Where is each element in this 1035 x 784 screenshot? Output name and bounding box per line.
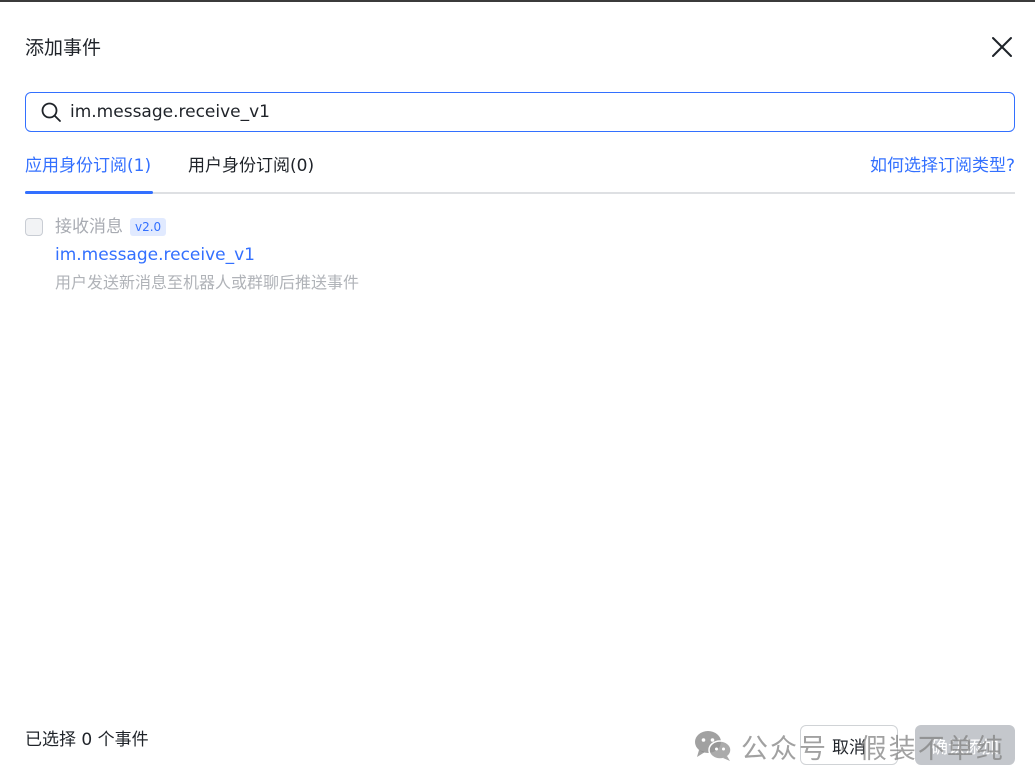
cancel-button[interactable]: 取消	[800, 725, 898, 765]
cancel-button-label: 取消	[832, 737, 866, 758]
add-event-dialog: 添加事件 应用身份订阅(1) 用户身份订阅(0) 如何选择订阅类型? 接收消息 …	[0, 0, 1035, 784]
tab-user-identity-label: 用户身份订阅(0)	[188, 156, 315, 176]
tab-app-identity[interactable]: 应用身份订阅(1)	[25, 154, 151, 178]
active-tab-indicator	[25, 191, 153, 194]
event-description: 用户发送新消息至机器人或群聊后推送事件	[55, 273, 360, 292]
search-input[interactable]	[70, 102, 970, 122]
close-icon[interactable]	[988, 33, 1016, 61]
close-button[interactable]	[988, 33, 1016, 61]
tab-user-identity[interactable]: 用户身份订阅(0)	[188, 154, 314, 178]
tab-app-identity-label: 应用身份订阅(1)	[25, 156, 152, 176]
subscription-type-help-link[interactable]: 如何选择订阅类型?	[870, 154, 1015, 178]
selected-count: 已选择 0 个事件	[25, 730, 149, 750]
confirm-add-button[interactable]: 确认添加	[915, 725, 1015, 765]
subscription-tabs: 应用身份订阅(1) 用户身份订阅(0) 如何选择订阅类型?	[25, 150, 1015, 194]
event-key: im.message.receive_v1	[55, 245, 255, 265]
confirm-add-button-label: 确认添加	[931, 737, 999, 758]
wechat-icon	[695, 731, 732, 761]
search-icon	[41, 102, 61, 122]
dialog-title: 添加事件	[25, 37, 102, 59]
event-checkbox[interactable]	[25, 218, 43, 236]
version-badge: v2.0	[130, 218, 167, 236]
event-name: 接收消息	[55, 217, 123, 237]
search-box[interactable]	[25, 92, 1015, 132]
